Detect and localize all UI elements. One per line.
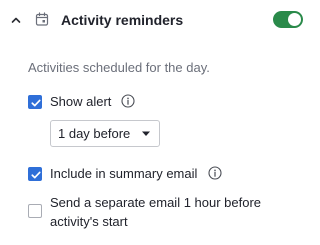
chevron-up-icon[interactable]: [10, 13, 22, 25]
info-icon[interactable]: [208, 166, 222, 180]
info-icon[interactable]: [121, 94, 135, 108]
summary-email-checkbox[interactable]: [28, 167, 42, 181]
show-alert-checkbox[interactable]: [28, 95, 42, 109]
calendar-icon: [34, 11, 50, 27]
separate-email-checkbox[interactable]: [28, 204, 42, 218]
section-title: Activity reminders: [61, 12, 184, 28]
check-icon: [31, 99, 41, 107]
check-icon: [31, 171, 41, 179]
caret-down-icon: [142, 131, 150, 136]
summary-email-label[interactable]: Include in summary email: [50, 165, 197, 182]
show-alert-label[interactable]: Show alert: [50, 93, 111, 110]
separate-email-label[interactable]: Send a separate email 1 hour before acti…: [50, 193, 290, 231]
activity-reminders-toggle[interactable]: [273, 11, 303, 28]
alert-timing-value: 1 day before: [58, 126, 131, 141]
toggle-knob: [288, 13, 301, 26]
alert-timing-select[interactable]: 1 day before: [50, 120, 160, 147]
section-description: Activities scheduled for the day.: [28, 60, 210, 75]
